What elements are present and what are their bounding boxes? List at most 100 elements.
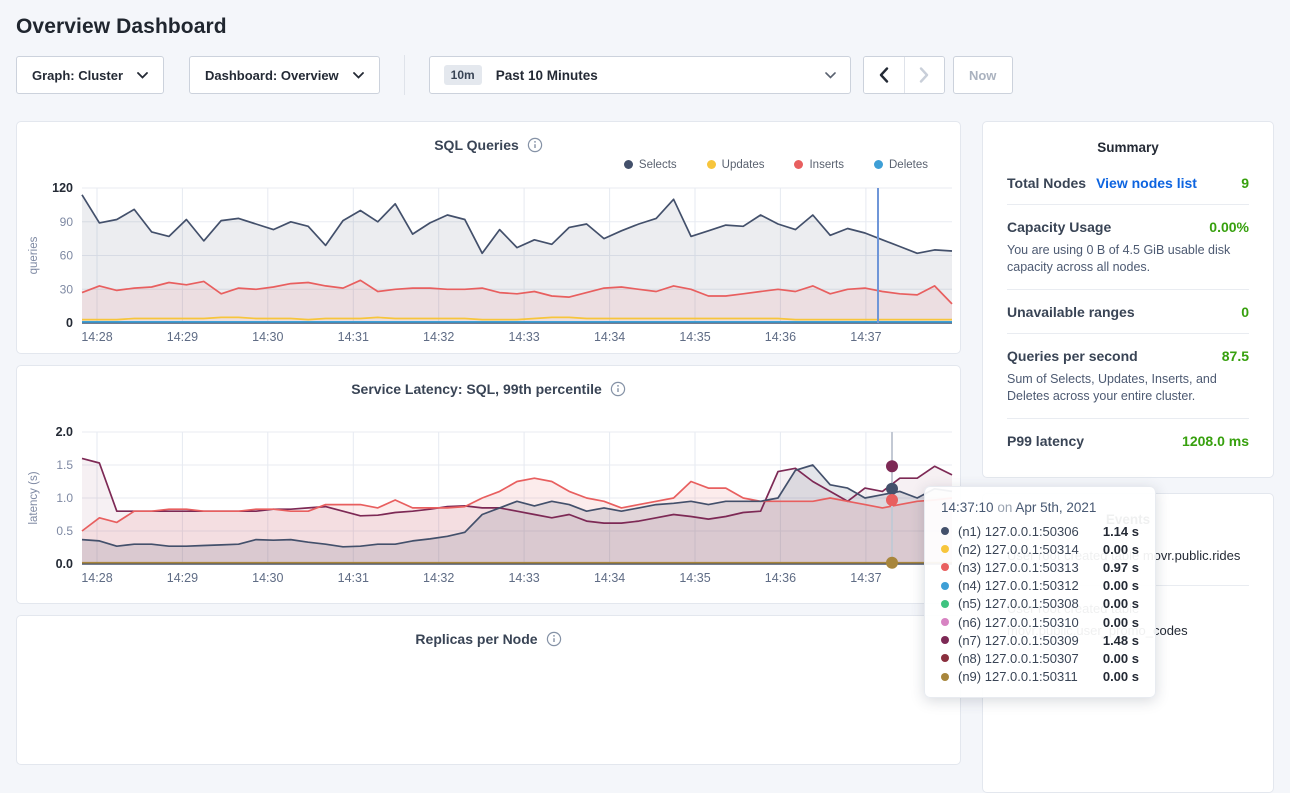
service-latency-card: Service Latency: SQL, 99th percentile 0.…: [16, 365, 961, 604]
total-nodes-value: 9: [1241, 175, 1249, 191]
tooltip-node-row: (n7) 127.0.0.1:503091.48 s: [941, 631, 1139, 649]
info-icon[interactable]: [546, 631, 562, 647]
node-latency-value: 0.00 s: [1103, 578, 1139, 593]
legend-item-selects: Selects: [624, 159, 677, 171]
time-step-buttons: [863, 56, 945, 94]
svg-text:120: 120: [52, 181, 73, 195]
svg-text:14:34: 14:34: [594, 571, 625, 585]
node-address: (n9) 127.0.0.1:50311: [958, 669, 1078, 684]
tooltip-node-row: (n8) 127.0.0.1:50307 0.00 s: [941, 649, 1139, 667]
chart-hover-tooltip: 14:37:10 on Apr 5th, 2021 (n1) 127.0.0.1…: [924, 486, 1156, 698]
svg-text:14:34: 14:34: [594, 330, 625, 344]
tooltip-node-row: (n6) 127.0.0.1:50310 0.00 s: [941, 613, 1139, 631]
service-latency-chart[interactable]: 0.00.51.01.52.014:2814:2914:3014:3114:32…: [17, 398, 960, 603]
node-address: (n6) 127.0.0.1:50310: [958, 615, 1079, 630]
svg-text:60: 60: [60, 249, 74, 263]
node-color-dot: [941, 673, 949, 681]
svg-text:14:35: 14:35: [679, 330, 710, 344]
node-latency-value: 1.48 s: [1103, 633, 1139, 648]
svg-text:14:31: 14:31: [338, 571, 369, 585]
chevron-down-icon: [137, 72, 148, 79]
node-color-dot: [941, 654, 949, 662]
legend-label: Deletes: [889, 159, 928, 171]
summary-row-capacity: Capacity Usage 0.00% You are using 0 B o…: [1007, 204, 1249, 289]
node-color-dot: [941, 563, 949, 571]
capacity-usage-desc: You are using 0 B of 4.5 GiB usable disk…: [1007, 242, 1249, 276]
dashboard-controls: Graph: Cluster Dashboard: Overview 10m P…: [16, 56, 1274, 94]
node-address: (n3) 127.0.0.1:50313: [958, 560, 1079, 575]
node-latency-value: 0.00 s: [1103, 651, 1139, 666]
qps-value: 87.5: [1222, 348, 1249, 364]
svg-text:0.5: 0.5: [56, 524, 73, 538]
svg-text:0.0: 0.0: [56, 557, 73, 571]
svg-text:14:37: 14:37: [850, 330, 881, 344]
capacity-usage-label: Capacity Usage: [1007, 219, 1111, 235]
svg-text:14:31: 14:31: [338, 330, 369, 344]
time-range-dropdown[interactable]: 10m Past 10 Minutes: [429, 56, 851, 94]
summary-row-qps: Queries per second 87.5 Sum of Selects, …: [1007, 333, 1249, 418]
view-nodes-list-link[interactable]: View nodes list: [1096, 175, 1197, 191]
time-back-button[interactable]: [864, 57, 904, 93]
sql-queries-card: SQL Queries SelectsUpdatesInsertsDeletes…: [16, 121, 961, 354]
summary-row-p99: P99 latency 1208.0 ms: [1007, 418, 1249, 462]
qps-desc: Sum of Selects, Updates, Inserts, and De…: [1007, 371, 1249, 405]
tooltip-node-row: (n4) 127.0.0.1:50312 0.00 s: [941, 577, 1139, 595]
legend-item-deletes: Deletes: [874, 159, 928, 171]
node-color-dot: [941, 600, 949, 608]
legend-color-dot: [874, 160, 883, 169]
legend-label: Selects: [639, 159, 677, 171]
svg-text:90: 90: [60, 215, 74, 229]
node-latency-value: 0.97 s: [1103, 560, 1139, 575]
graph-scope-label: Graph: Cluster: [32, 68, 123, 83]
svg-text:14:35: 14:35: [679, 571, 710, 585]
node-color-dot: [941, 527, 949, 535]
unavailable-ranges-label: Unavailable ranges: [1007, 304, 1135, 320]
node-address: (n5) 127.0.0.1:50308: [958, 596, 1079, 611]
node-color-dot: [941, 636, 949, 644]
unavailable-ranges-value: 0: [1241, 304, 1249, 320]
svg-text:14:30: 14:30: [252, 330, 283, 344]
graph-scope-dropdown[interactable]: Graph: Cluster: [16, 56, 164, 94]
info-icon[interactable]: [610, 381, 626, 397]
time-range-badge: 10m: [444, 65, 482, 85]
node-address: (n8) 127.0.0.1:50307: [958, 651, 1079, 666]
node-latency-value: 0.00 s: [1103, 542, 1139, 557]
node-latency-value: 0.00 s: [1103, 615, 1139, 630]
summary-title: Summary: [983, 122, 1273, 161]
chart-title: SQL Queries: [434, 137, 519, 153]
node-address: (n4) 127.0.0.1:50312: [958, 578, 1079, 593]
chevron-right-icon: [919, 67, 929, 83]
chevron-left-icon: [879, 67, 889, 83]
node-color-dot: [941, 618, 949, 626]
svg-text:14:33: 14:33: [508, 571, 539, 585]
tooltip-node-row: (n5) 127.0.0.1:503080.00 s: [941, 595, 1139, 613]
legend-color-dot: [707, 160, 716, 169]
time-forward-button[interactable]: [904, 57, 944, 93]
sql-queries-chart[interactable]: 030609012014:2814:2914:3014:3114:3214:33…: [17, 175, 960, 353]
summary-row-unavailable-ranges: Unavailable ranges 0: [1007, 289, 1249, 333]
chevron-down-icon: [825, 72, 836, 79]
node-color-dot: [941, 545, 949, 553]
svg-text:14:33: 14:33: [508, 330, 539, 344]
node-latency-value: 0.00 s: [1103, 669, 1139, 684]
svg-text:latency (s): latency (s): [28, 471, 40, 524]
info-icon[interactable]: [527, 137, 543, 153]
tooltip-node-row: (n1) 127.0.0.1:503061.14 s: [941, 522, 1139, 540]
total-nodes-label: Total Nodes: [1007, 175, 1086, 191]
replicas-per-node-card: Replicas per Node: [16, 615, 961, 765]
chart-legend: SelectsUpdatesInsertsDeletes: [17, 154, 960, 175]
legend-item-inserts: Inserts: [794, 159, 844, 171]
node-address: (n1) 127.0.0.1:50306: [958, 524, 1079, 539]
tooltip-node-row: (n3) 127.0.0.1:50313 0.97 s: [941, 558, 1139, 576]
node-color-dot: [941, 582, 949, 590]
svg-text:14:32: 14:32: [423, 571, 454, 585]
now-button[interactable]: Now: [953, 56, 1013, 94]
svg-text:0: 0: [66, 316, 73, 330]
legend-label: Inserts: [809, 159, 844, 171]
svg-text:14:36: 14:36: [765, 330, 796, 344]
summary-row-total-nodes: Total Nodes View nodes list 9: [1007, 161, 1249, 204]
dashboard-type-dropdown[interactable]: Dashboard: Overview: [189, 56, 380, 94]
tooltip-node-row: (n2) 127.0.0.1:50314 0.00 s: [941, 540, 1139, 558]
node-address: (n2) 127.0.0.1:50314: [958, 542, 1079, 557]
summary-panel: Summary Total Nodes View nodes list 9 Ca…: [982, 121, 1274, 478]
